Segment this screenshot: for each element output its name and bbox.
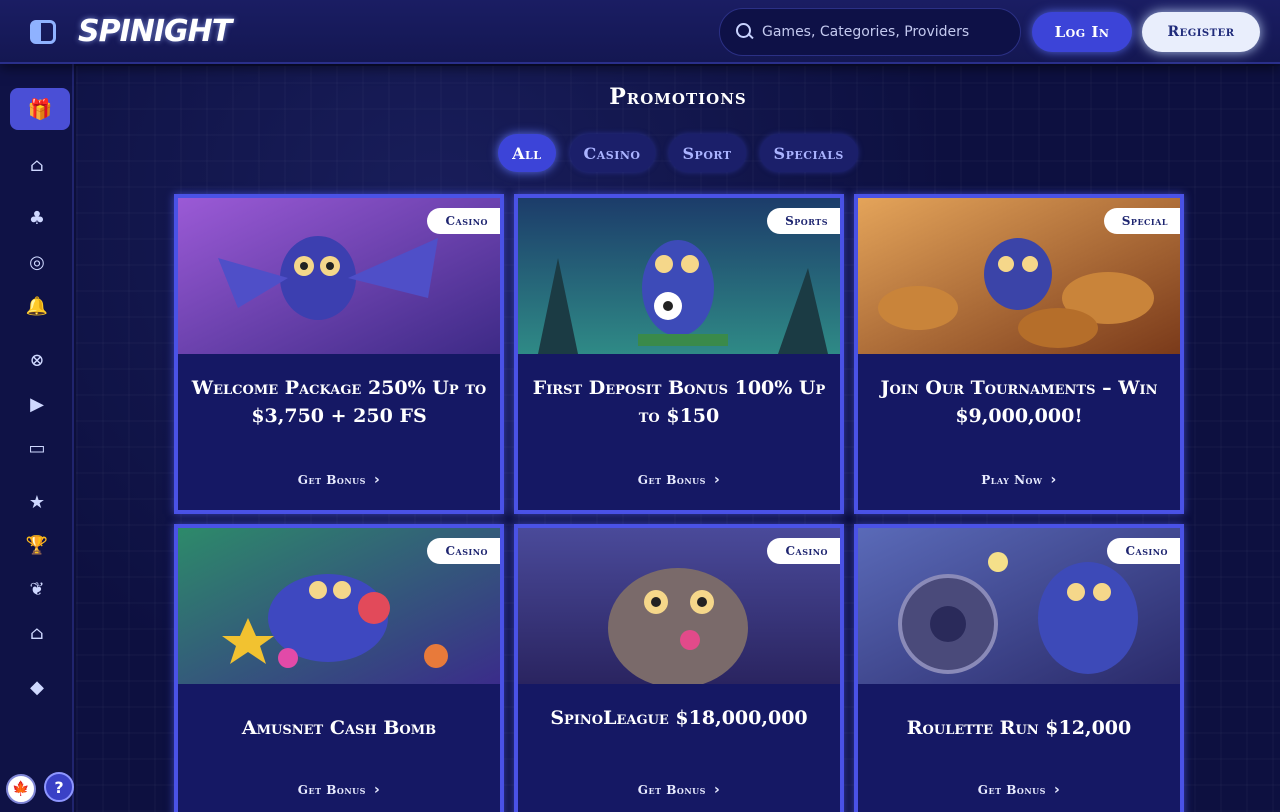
promo-card[interactable]: Sports First Deposit Bonus 100% Up to $1… [514, 194, 844, 514]
promo-cta-link[interactable]: Play Now › [858, 472, 1180, 488]
help-icon[interactable]: ? [44, 772, 74, 802]
promo-tabs: All Casino Sport Specials [76, 134, 1280, 174]
login-button[interactable]: Log In [1032, 12, 1132, 52]
category-badge: Casino [427, 208, 500, 234]
category-badge: Sports [767, 208, 840, 234]
main-content: Promotions All Casino Sport Specials Cas… [76, 66, 1280, 812]
home-icon[interactable]: ⌂ [24, 152, 50, 178]
diamond-icon[interactable]: ◆ [24, 674, 50, 700]
gift-icon: 🎁 [27, 97, 53, 121]
site-logo[interactable]: SPINIGHT [78, 14, 232, 50]
promo-cta-link[interactable]: Get Bonus › [178, 472, 500, 488]
top-header: SPINIGHT Games, Categories, Providers Lo… [0, 0, 1280, 64]
chevron-right-icon: › [713, 782, 721, 798]
promo-cta-link[interactable]: Get Bonus › [178, 782, 500, 798]
promo-card[interactable]: Casino Welcome Package 250% Up to $3,750… [174, 194, 504, 514]
cta-label: Get Bonus [297, 783, 366, 797]
category-badge: Special [1103, 208, 1180, 234]
category-badge: Casino [767, 538, 840, 564]
search-input[interactable]: Games, Categories, Providers [719, 8, 1021, 56]
promo-card[interactable]: Casino SpinoLeague $18,000,000 Get Bonus… [514, 524, 844, 812]
chevron-right-icon: › [1050, 472, 1057, 488]
tab-all[interactable]: All [498, 134, 556, 172]
tab-specials[interactable]: Specials [759, 134, 858, 172]
promo-title: SpinoLeague $18,000,000 [550, 707, 808, 729]
clubs-icon[interactable]: ♣ [24, 205, 50, 231]
star-shield-icon[interactable]: ★ [24, 489, 50, 515]
promo-title: Roulette Run $12,000 [906, 717, 1132, 739]
category-badge: Casino [1107, 538, 1180, 564]
sidebar: 🎁 ⌂ ♣ ◎ 🔔 ⊗ ▶ ▭ ★ 🏆 ❦ ⌂ ◆ 🍁 ? [0, 64, 74, 812]
promo-title: Join Our Tournaments – Win $9,000,000! [880, 377, 1158, 427]
promo-title: Amusnet Cash Bomb [241, 717, 437, 739]
cta-label: Get Bonus [637, 473, 706, 487]
chevron-right-icon: › [713, 472, 721, 488]
sidebar-toggle-icon[interactable] [30, 20, 56, 44]
monitor-icon[interactable]: ▭ [24, 435, 50, 461]
promo-card[interactable]: Casino Amusnet Cash Bomb Get Bonus › [174, 524, 504, 812]
promo-cta-link[interactable]: Get Bonus › [858, 782, 1180, 798]
promo-card[interactable]: Special Join Our Tournaments – Win $9,00… [854, 194, 1184, 514]
tab-casino[interactable]: Casino [569, 134, 655, 172]
promo-title: Welcome Package 250% Up to $3,750 + 250 … [191, 377, 487, 427]
cta-label: Play Now [981, 473, 1043, 487]
basketball-icon[interactable]: ⊗ [24, 347, 50, 373]
promo-card[interactable]: Casino Roulette Run $12,000 Get Bonus › [854, 524, 1184, 812]
promo-cta-link[interactable]: Get Bonus › [518, 782, 840, 798]
page-title: Promotions [609, 84, 747, 110]
chevron-right-icon: › [1053, 782, 1061, 798]
register-button[interactable]: Register [1142, 12, 1260, 52]
chevron-right-icon: › [373, 782, 381, 798]
search-placeholder: Games, Categories, Providers [762, 24, 970, 40]
bell-icon[interactable]: 🔔 [24, 293, 50, 319]
shop-icon[interactable]: ⌂ [24, 620, 50, 646]
wing-icon[interactable]: ❦ [24, 576, 50, 602]
search-icon [736, 23, 754, 41]
cta-label: Get Bonus [297, 473, 366, 487]
trophy-icon[interactable]: 🏆 [24, 532, 50, 558]
cta-label: Get Bonus [977, 783, 1046, 797]
roulette-icon[interactable]: ◎ [24, 249, 50, 275]
sidebar-item-promotions[interactable]: 🎁 [10, 88, 70, 130]
tab-sport[interactable]: Sport [668, 134, 746, 172]
promo-title: First Deposit Bonus 100% Up to $150 [532, 377, 826, 427]
language-flag-icon[interactable]: 🍁 [6, 774, 36, 804]
cta-label: Get Bonus [637, 783, 706, 797]
promo-grid: Casino Welcome Package 250% Up to $3,750… [174, 194, 1184, 812]
category-badge: Casino [427, 538, 500, 564]
play-icon[interactable]: ▶ [24, 391, 50, 417]
chevron-right-icon: › [373, 472, 381, 488]
promo-cta-link[interactable]: Get Bonus › [518, 472, 840, 488]
